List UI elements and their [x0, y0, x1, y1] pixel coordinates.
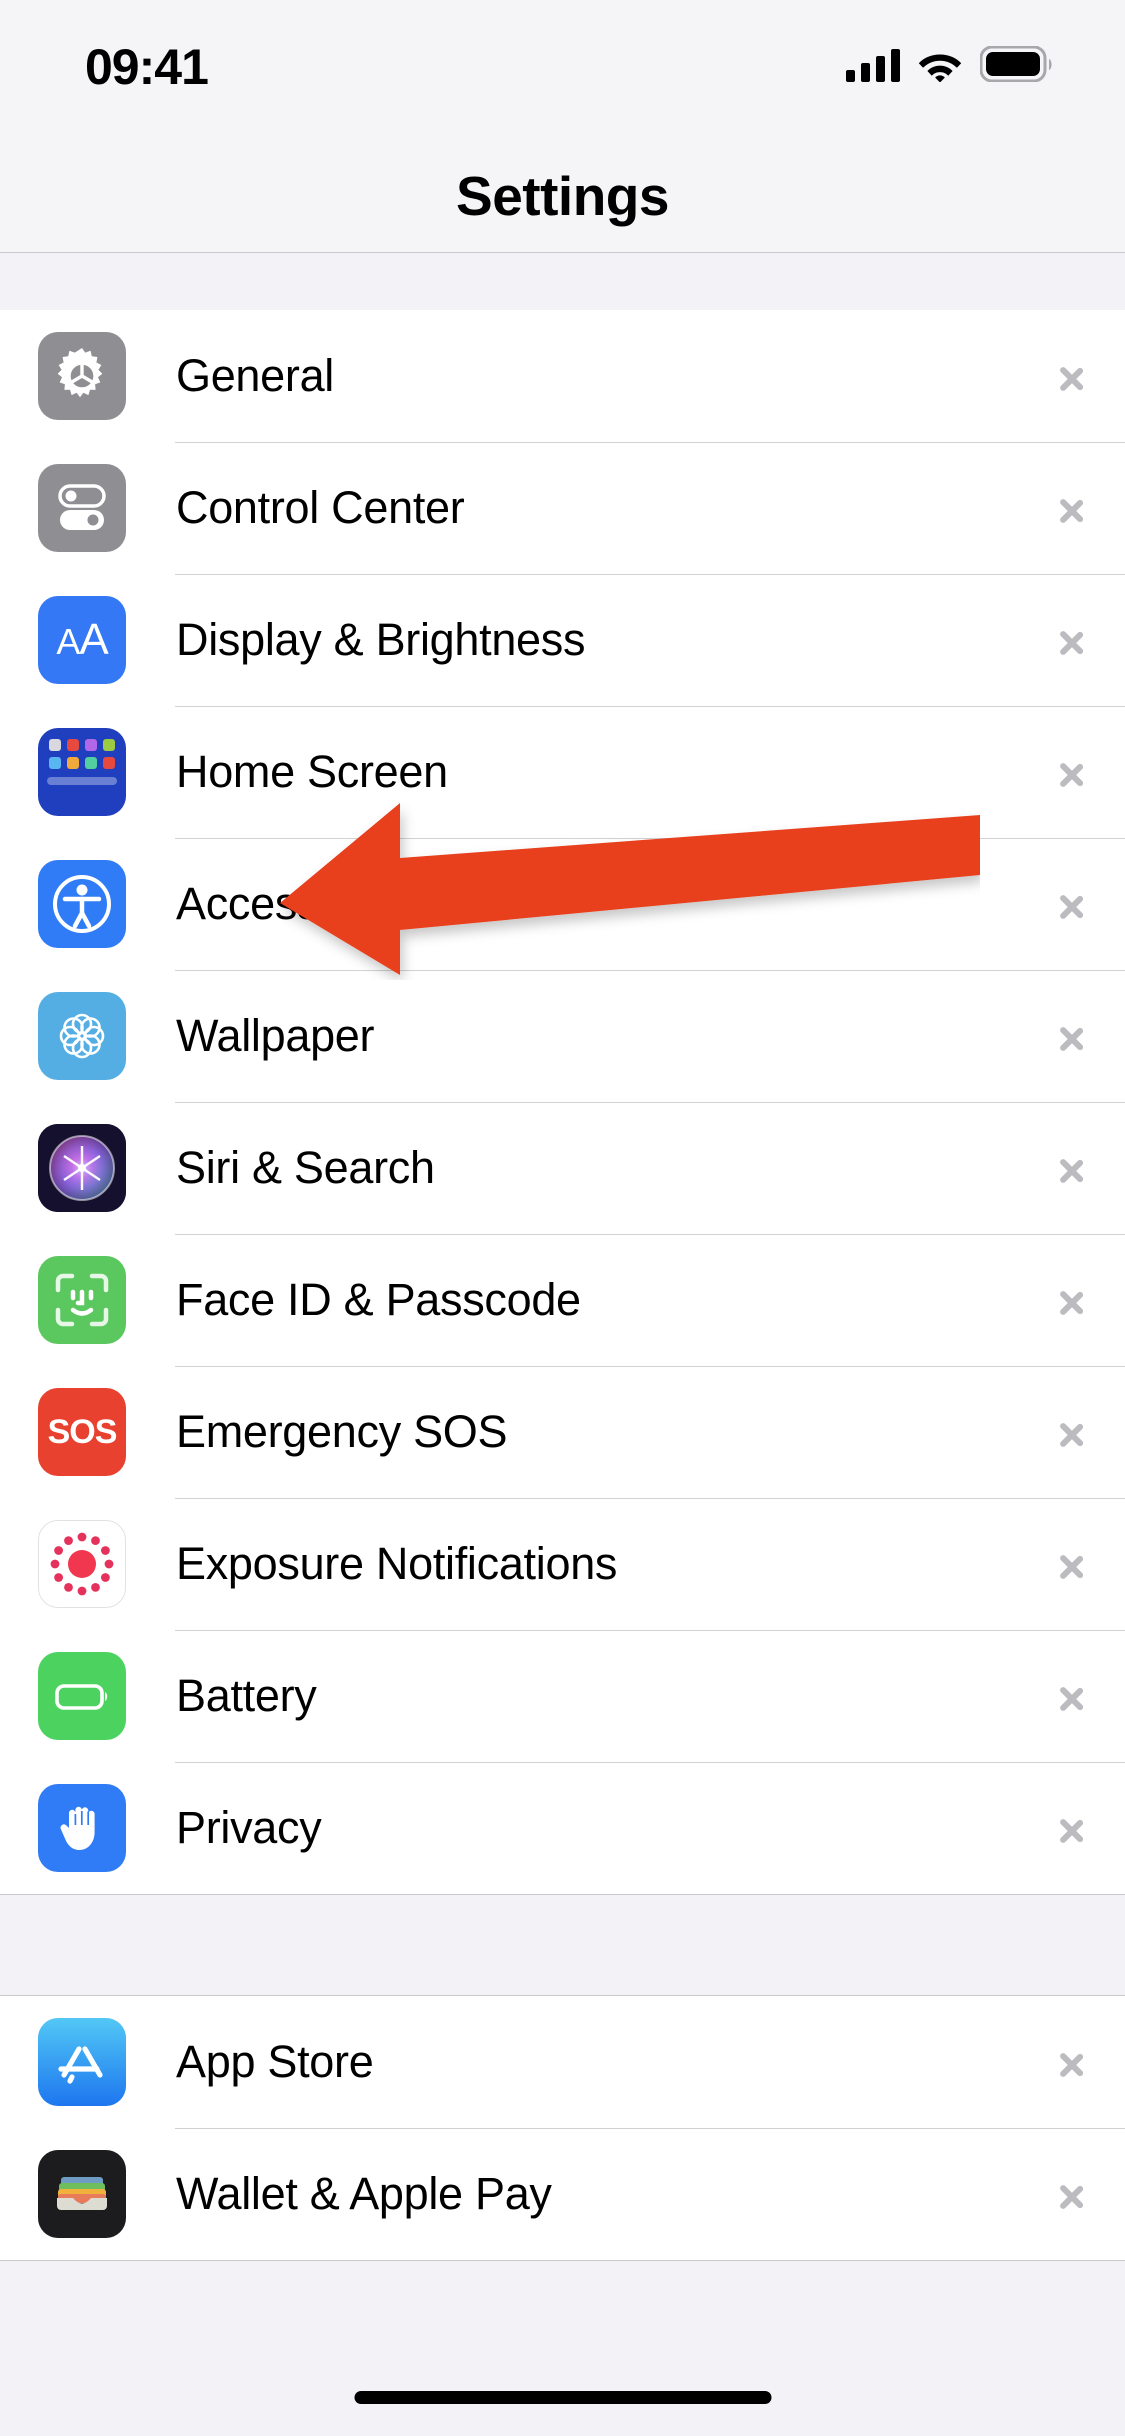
settings-row-label: Battery	[176, 1670, 317, 1721]
settings-row-display-brightness[interactable]: AA Display & Brightness	[0, 574, 1125, 706]
home-indicator-bar	[354, 2391, 771, 2404]
iphone-screen: 09:41 Settings General Control Center AA…	[0, 0, 1125, 2436]
settings-row-label: Home Screen	[176, 746, 448, 797]
chevron-right-icon	[1059, 1013, 1085, 1059]
chevron-right-icon	[1059, 485, 1085, 531]
battery-icon	[38, 1652, 126, 1740]
chevron-right-icon	[1059, 1673, 1085, 1719]
settings-row-label: App Store	[176, 2036, 374, 2087]
wifi-icon	[918, 48, 962, 83]
chevron-right-icon	[1059, 353, 1085, 399]
settings-row-wallet-apple-pay[interactable]: Wallet & Apple Pay	[0, 2128, 1125, 2260]
settings-row-label: Emergency SOS	[176, 1406, 508, 1457]
face-id-icon	[38, 1256, 126, 1344]
settings-row-label: Accessibility	[176, 878, 418, 929]
privacy-hand-icon	[38, 1784, 126, 1872]
home-screen-icon	[38, 728, 126, 816]
settings-row-label: Privacy	[176, 1802, 322, 1853]
navigation-bar: Settings	[0, 140, 1125, 253]
control-center-icon	[38, 464, 126, 552]
settings-row-wallpaper[interactable]: Wallpaper	[0, 970, 1125, 1102]
chevron-right-icon	[1059, 2171, 1085, 2217]
settings-row-label: Exposure Notifications	[176, 1538, 618, 1589]
list-bottom-spacer	[0, 2260, 1125, 2436]
settings-row-control-center[interactable]: Control Center	[0, 442, 1125, 574]
chevron-right-icon	[1059, 1805, 1085, 1851]
exposure-notifications-icon	[38, 1520, 126, 1608]
settings-row-label: General	[176, 350, 334, 401]
settings-row-general[interactable]: General	[0, 310, 1125, 442]
settings-row-face-id-passcode[interactable]: Face ID & Passcode	[0, 1234, 1125, 1366]
app-store-icon	[38, 2018, 126, 2106]
chevron-right-icon	[1059, 881, 1085, 927]
settings-row-privacy[interactable]: Privacy	[0, 1762, 1125, 1894]
siri-icon	[38, 1124, 126, 1212]
settings-row-emergency-sos[interactable]: SOS Emergency SOS	[0, 1366, 1125, 1498]
settings-group-store: App Store Wallet & Apple Pay	[0, 1996, 1125, 2260]
chevron-right-icon	[1059, 2039, 1085, 2085]
settings-row-accessibility[interactable]: Accessibility	[0, 838, 1125, 970]
battery-full-icon	[979, 45, 1055, 83]
accessibility-icon	[38, 860, 126, 948]
settings-group-system: General Control Center AA Display & Brig…	[0, 310, 1125, 1894]
page-title: Settings	[456, 165, 669, 227]
chevron-right-icon	[1059, 617, 1085, 663]
group-separator-spacer	[0, 1894, 1125, 1996]
list-top-spacer	[0, 254, 1125, 310]
settings-row-label: Wallpaper	[176, 1010, 375, 1061]
status-bar-indicators	[846, 45, 1055, 83]
chevron-right-icon	[1059, 1409, 1085, 1455]
cellular-signal-icon	[846, 48, 900, 82]
emergency-sos-icon: SOS	[38, 1388, 126, 1476]
status-bar: 09:41	[0, 0, 1125, 140]
settings-row-battery[interactable]: Battery	[0, 1630, 1125, 1762]
settings-row-label: Control Center	[176, 482, 465, 533]
chevron-right-icon	[1059, 1277, 1085, 1323]
settings-list[interactable]: General Control Center AA Display & Brig…	[0, 254, 1125, 2436]
settings-row-exposure-notifications[interactable]: Exposure Notifications	[0, 1498, 1125, 1630]
chevron-right-icon	[1059, 749, 1085, 795]
wallet-icon	[38, 2150, 126, 2238]
settings-row-siri-search[interactable]: Siri & Search	[0, 1102, 1125, 1234]
settings-row-label: Face ID & Passcode	[176, 1274, 581, 1325]
status-bar-time: 09:41	[85, 39, 209, 95]
settings-row-label: Wallet & Apple Pay	[176, 2168, 552, 2219]
settings-row-label: Display & Brightness	[176, 614, 586, 665]
chevron-right-icon	[1059, 1145, 1085, 1191]
chevron-right-icon	[1059, 1541, 1085, 1587]
wallpaper-icon	[38, 992, 126, 1080]
settings-row-home-screen[interactable]: Home Screen	[0, 706, 1125, 838]
settings-row-app-store[interactable]: App Store	[0, 1996, 1125, 2128]
settings-row-label: Siri & Search	[176, 1142, 435, 1193]
display-brightness-icon: AA	[38, 596, 126, 684]
gear-icon	[38, 332, 126, 420]
